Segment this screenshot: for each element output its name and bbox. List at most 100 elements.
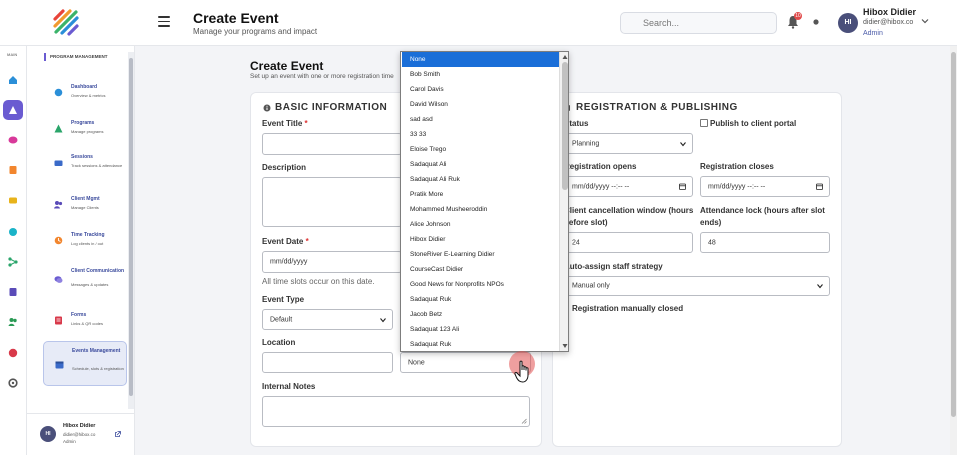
palette-icon[interactable]: [3, 130, 23, 150]
event-type-value: Default: [270, 316, 293, 323]
sidebar: PROGRAM MANAGEMENT Dashboard Overview & …: [27, 46, 135, 455]
dropdown-option[interactable]: Sadaquat Ali Ruk: [402, 172, 559, 187]
opens-placeholder: mm/dd/yyyy --:-- --: [572, 183, 630, 190]
programs-rail-icon[interactable]: [3, 100, 23, 120]
dropdown-scroll-thumb[interactable]: [562, 62, 568, 190]
box-icon[interactable]: [3, 160, 23, 180]
dropdown-scrollbar[interactable]: [559, 52, 568, 351]
event-type-select[interactable]: Default: [262, 309, 393, 330]
publish-checkbox[interactable]: [700, 119, 708, 127]
chevron-down-icon: [817, 284, 823, 289]
dropdown-option[interactable]: David Wilson: [402, 97, 559, 112]
dropdown-option[interactable]: Alice Johnson: [402, 217, 559, 232]
page-scrollbar[interactable]: [950, 46, 957, 455]
dropdown-option[interactable]: Sadaquat Ruk: [402, 337, 559, 351]
internal-notes-textarea[interactable]: [262, 396, 530, 427]
dropdown-option[interactable]: Eloise Trego: [402, 142, 559, 157]
home-icon[interactable]: [3, 70, 23, 90]
sidebar-item-client-communication[interactable]: Client Communication Messages & updates: [43, 264, 127, 296]
sidebar-item-forms[interactable]: Forms Links & QR codes: [43, 308, 127, 334]
message-icon: [54, 276, 63, 283]
header-subtitle: Manage your programs and impact: [193, 27, 318, 36]
attendance-lock-value: 48: [708, 239, 716, 246]
search-input[interactable]: Search...: [620, 12, 777, 34]
registration-closes-input[interactable]: mm/dd/yyyy --:-- --: [700, 176, 830, 197]
footer-user-role: Admin: [63, 439, 76, 444]
calendar-icon[interactable]: [816, 183, 823, 190]
report-icon[interactable]: [3, 282, 23, 302]
registration-opens-input[interactable]: mm/dd/yyyy --:-- --: [564, 176, 693, 197]
external-link-icon[interactable]: [115, 431, 121, 437]
dropdown-option[interactable]: 33 33: [402, 127, 559, 142]
location-input[interactable]: [262, 352, 393, 373]
network-icon[interactable]: [3, 252, 23, 272]
theme-toggle-icon[interactable]: [812, 18, 820, 26]
user-name: Hibox Didier: [863, 7, 917, 17]
users-icon[interactable]: [3, 312, 23, 332]
dropdown-option[interactable]: Bob Smith: [402, 67, 559, 82]
dropdown-option[interactable]: Hibox Didier: [402, 232, 559, 247]
dropdown-option[interactable]: Sadaquat Ruk: [402, 292, 559, 307]
auto-assign-select[interactable]: Manual only: [564, 276, 830, 296]
dropdown-option[interactable]: CourseCast Didier: [402, 262, 559, 277]
sidebar-section-title: PROGRAM MANAGEMENT: [44, 53, 124, 61]
sidebar-item-dashboard[interactable]: Dashboard Overview & metrics: [43, 80, 127, 106]
attendance-lock-label-line1: Attendance lock (hours after slot: [700, 206, 825, 215]
footer-avatar[interactable]: HI: [40, 426, 56, 442]
scroll-down-arrow-icon[interactable]: [562, 343, 568, 349]
dropdown-option[interactable]: Pratik More: [402, 187, 559, 202]
sidebar-item-programs[interactable]: Programs Manage programs: [43, 116, 127, 142]
gear-icon[interactable]: [3, 373, 23, 393]
dropdown-option[interactable]: Carol Davis: [402, 82, 559, 97]
cancellation-value: 24: [572, 239, 580, 246]
target-icon[interactable]: [3, 222, 23, 242]
scroll-up-arrow-icon[interactable]: [562, 54, 568, 60]
event-type-label: Event Type: [262, 295, 305, 304]
chevron-down-icon: [380, 317, 386, 322]
assignee-value: None: [408, 359, 425, 366]
dropdown-option[interactable]: Sadaquat Ali: [402, 157, 559, 172]
user-avatar[interactable]: HI: [838, 13, 858, 33]
registration-opens-label: Registration opens: [564, 162, 637, 171]
sidebar-item-subtitle: Track sessions & attendance: [71, 163, 123, 168]
heart-icon[interactable]: [3, 343, 23, 363]
sidebar-item-time-tracking[interactable]: Time Tracking Log clients in / out: [43, 228, 127, 254]
sidebar-item-sessions[interactable]: Sessions Track sessions & attendance: [43, 150, 127, 182]
chat-icon[interactable]: [3, 191, 23, 211]
dropdown-option[interactable]: None: [402, 52, 559, 67]
event-date-input[interactable]: mm/dd/yyyy: [262, 251, 402, 273]
attendance-lock-label-line2: ends): [700, 218, 722, 227]
event-title-input[interactable]: [262, 133, 402, 155]
dropdown-option[interactable]: Sadaquat 123 Ali: [402, 322, 559, 337]
menu-toggle-icon[interactable]: [158, 16, 170, 28]
sidebar-item-subtitle: Manage programs: [71, 129, 104, 134]
attendance-lock-input[interactable]: 48: [700, 232, 830, 253]
sidebar-item-title: Dashboard: [71, 84, 98, 90]
cancellation-label-line1: Client cancellation window (hours: [564, 206, 694, 215]
sidebar-item-events-management[interactable]: Events Management Schedule, slots & regi…: [43, 341, 127, 386]
chevron-down-icon[interactable]: [921, 17, 929, 25]
dropdown-option[interactable]: sad asd: [402, 112, 559, 127]
required-marker: *: [305, 237, 309, 246]
description-textarea[interactable]: [262, 177, 402, 227]
dropdown-option[interactable]: StoneRiver E-Learning Didier: [402, 247, 559, 262]
resize-handle-icon[interactable]: [521, 418, 527, 424]
sidebar-scroll-thumb[interactable]: [129, 58, 133, 396]
footer-user-email: didier@hibox.co: [63, 432, 96, 437]
search-placeholder: Search...: [643, 18, 680, 28]
sidebar-item-client-mgmt[interactable]: Client Mgmt Manage Clients: [43, 192, 127, 218]
dropdown-option[interactable]: Jacob Betz: [402, 307, 559, 322]
sidebar-scrollbar[interactable]: [128, 52, 134, 409]
dropdown-option[interactable]: Mohammed Musheeroddin: [402, 202, 559, 217]
calendar-icon[interactable]: [679, 183, 686, 190]
clock-icon: [54, 236, 63, 245]
app-logo-icon[interactable]: [52, 9, 80, 37]
status-select[interactable]: Planning: [564, 133, 693, 154]
assignee-dropdown-list[interactable]: None Bob Smith Carol Davis David Wilson sad …: [400, 51, 569, 352]
sessions-icon: [54, 160, 63, 166]
sidebar-item-title: Events Management: [72, 348, 121, 354]
dropdown-option[interactable]: Good News for Nonprofits NPOs: [402, 277, 559, 292]
cancellation-window-input[interactable]: 24: [564, 232, 693, 253]
page-scroll-thumb[interactable]: [951, 52, 956, 417]
event-date-placeholder: mm/dd/yyyy: [270, 258, 308, 266]
